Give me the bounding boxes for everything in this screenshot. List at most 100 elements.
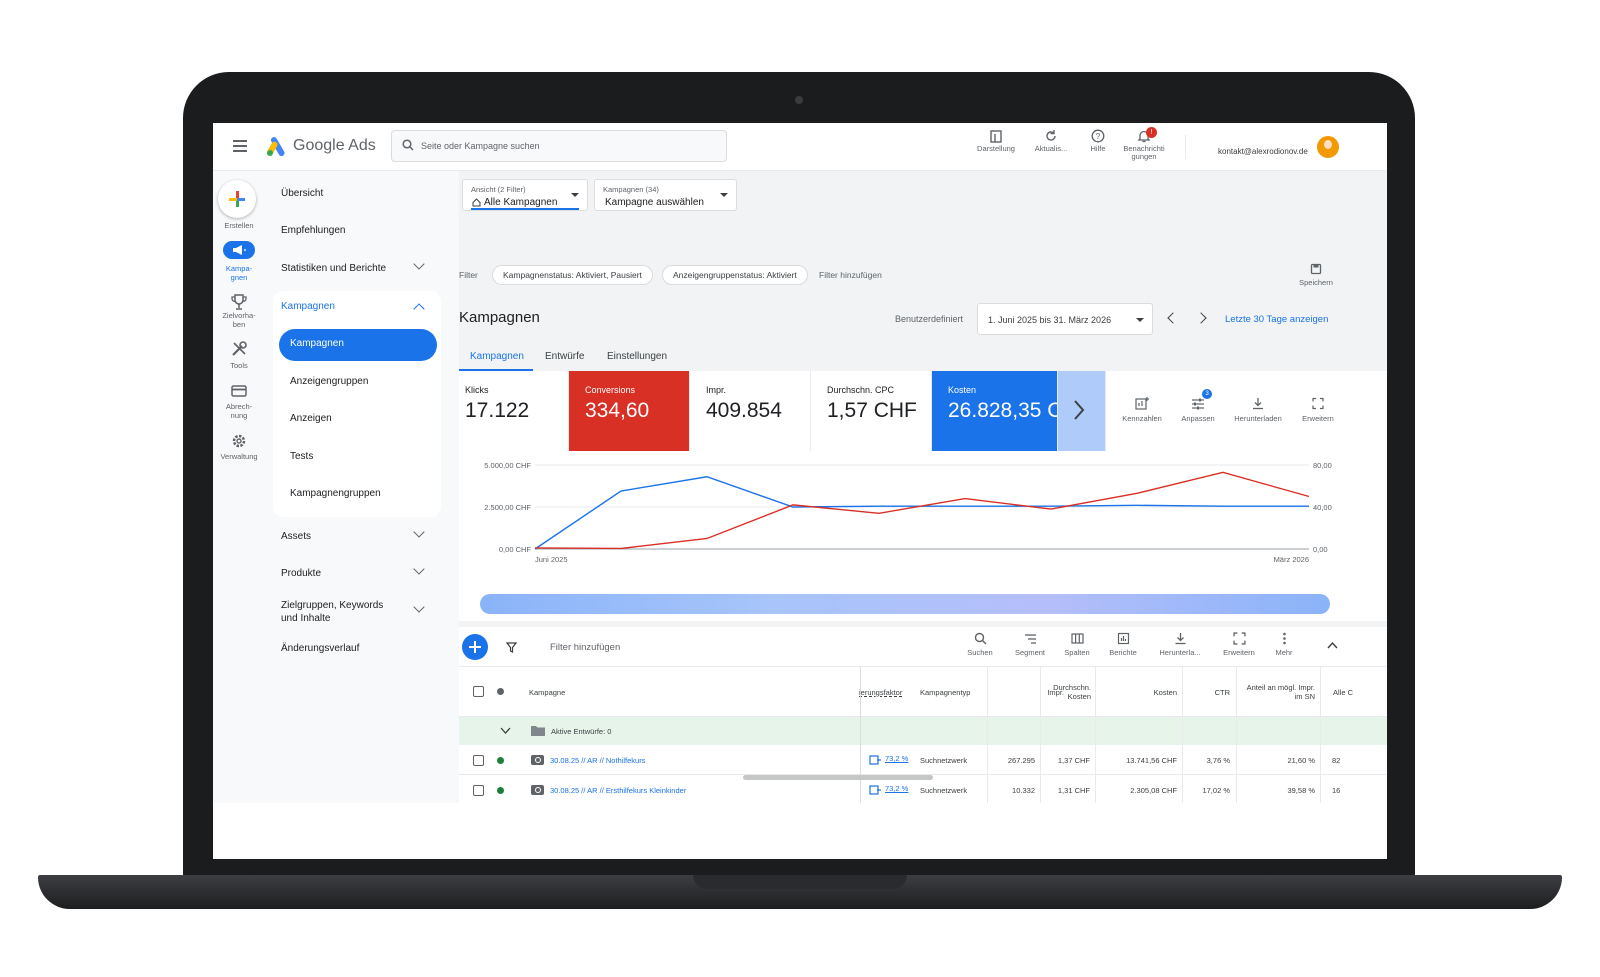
view-button[interactable]: Darstellung bbox=[968, 129, 1024, 153]
campaign-name-link[interactable]: 30.08.25 // AR // Ersthilfekurs Kleinkin… bbox=[550, 786, 686, 795]
scorecard-value: 17.122 bbox=[465, 399, 530, 422]
notifications-button[interactable]: ! Benachrichti gungen bbox=[1116, 127, 1172, 161]
scorecard-cost[interactable]: Kosten 26.828,35 CHF bbox=[932, 371, 1058, 451]
credit-card-icon[interactable] bbox=[229, 381, 249, 401]
previous-period-icon[interactable] bbox=[1167, 312, 1179, 324]
series-line-0 bbox=[534, 476, 1309, 550]
nav-assets[interactable]: Assets bbox=[281, 531, 311, 542]
bid-adjust-icon[interactable] bbox=[869, 785, 881, 795]
next-period-icon[interactable] bbox=[1195, 312, 1207, 324]
view-button-label: Darstellung bbox=[977, 144, 1015, 153]
chart-range-bar[interactable] bbox=[480, 594, 1330, 614]
nav-sub-campaigns[interactable]: Kampagnen bbox=[290, 338, 344, 349]
filter-chip-campaign-status[interactable]: Kampagnenstatus: Aktiviert, Pausiert bbox=[492, 265, 653, 285]
scorecard-conversions[interactable]: Conversions 334,60 bbox=[569, 371, 690, 451]
table-search-button[interactable]: Suchen bbox=[956, 632, 1004, 657]
nav-sub-campaign-groups[interactable]: Kampagnengruppen bbox=[290, 488, 381, 499]
table-reports-button[interactable]: Berichte bbox=[1099, 632, 1147, 657]
chevron-down-icon[interactable] bbox=[413, 601, 425, 613]
scorecard-clicks[interactable]: Klicks 17.122 bbox=[459, 371, 569, 451]
table-row[interactable]: 30.08.25 // AR // Nothilfekurs 73,2 % Such… bbox=[459, 745, 1387, 775]
nav-campaigns-group[interactable]: Kampagnen bbox=[281, 301, 335, 312]
tab-drafts[interactable]: Entwürfe bbox=[545, 351, 584, 362]
nav-audiences[interactable]: Zielgruppen, Keywords und Inhalte bbox=[281, 599, 401, 625]
rail-campaigns-active[interactable] bbox=[223, 241, 255, 259]
search-input[interactable]: Seite oder Kampagne suchen bbox=[391, 130, 727, 162]
chevron-down-icon[interactable] bbox=[500, 727, 511, 734]
column-header[interactable]: Anteil an mögl. Impr. im SN bbox=[1243, 683, 1315, 701]
campaign-name-link[interactable]: 30.08.25 // AR // Nothilfekurs bbox=[550, 756, 645, 765]
nav-products[interactable]: Produkte bbox=[281, 568, 321, 579]
download-button[interactable]: Herunterladen bbox=[1231, 397, 1285, 423]
table-more-button[interactable]: Mehr bbox=[1260, 632, 1308, 657]
hamburger-menu-icon[interactable] bbox=[233, 140, 247, 152]
table-segment-button[interactable]: Segment bbox=[1006, 632, 1054, 657]
create-button[interactable] bbox=[218, 180, 256, 218]
account-email[interactable]: kontakt@alexrodionov.de bbox=[1218, 147, 1308, 156]
avatar[interactable] bbox=[1317, 136, 1339, 158]
rail-goals-label[interactable]: Zielvorha-ben bbox=[213, 311, 265, 329]
scorecard-avg-cpc[interactable]: Durchschn. CPC 1,57 CHF bbox=[811, 371, 932, 451]
nav-history[interactable]: Änderungsverlauf bbox=[281, 643, 359, 654]
nav-stats[interactable]: Statistiken und Berichte bbox=[281, 263, 386, 274]
page-title: Kampagnen bbox=[459, 309, 540, 326]
nav-recommendations[interactable]: Empfehlungen bbox=[281, 225, 346, 236]
metrics-button[interactable]: Kennzahlen bbox=[1115, 397, 1169, 423]
adjust-badge: 3 bbox=[1202, 389, 1212, 399]
chart-range-slider[interactable] bbox=[459, 581, 1387, 621]
add-campaign-button[interactable] bbox=[462, 634, 488, 660]
scorecard-next[interactable] bbox=[1058, 371, 1106, 451]
column-header[interactable]: Kosten bbox=[1102, 688, 1177, 697]
column-header[interactable]: Alle C bbox=[1333, 688, 1353, 697]
table-columns-button[interactable]: Spalten bbox=[1053, 632, 1101, 657]
tools-icon[interactable] bbox=[229, 339, 249, 359]
chevron-up-icon[interactable] bbox=[413, 303, 425, 315]
campaign-dropdown[interactable]: Kampagnen (34) Kampagne auswählen bbox=[594, 179, 737, 211]
google-ads-logo-icon bbox=[266, 137, 288, 162]
table-download-button[interactable]: Herunterla... bbox=[1156, 632, 1204, 657]
row-checkbox[interactable] bbox=[473, 785, 484, 796]
date-range-picker[interactable]: 1. Juni 2025 bis 31. März 2026 bbox=[977, 303, 1153, 335]
last-30-days-link[interactable]: Letzte 30 Tage anzeigen bbox=[1225, 314, 1328, 325]
chevron-down-icon[interactable] bbox=[413, 563, 425, 575]
nav-overview[interactable]: Übersicht bbox=[281, 188, 323, 199]
add-filter-link[interactable]: Filter hinzufügen bbox=[819, 270, 882, 280]
collapse-icon[interactable] bbox=[1327, 641, 1338, 649]
table-horizontal-scrollbar[interactable] bbox=[743, 775, 933, 780]
scorecard-impressions[interactable]: Impr. 409.854 bbox=[690, 371, 811, 451]
rail-admin-label[interactable]: Verwaltung bbox=[213, 452, 265, 461]
notifications-button-label: Benachrichti gungen bbox=[1123, 144, 1165, 161]
column-header[interactable]: Durchschn. Kosten bbox=[1041, 683, 1091, 701]
filter-icon[interactable] bbox=[506, 642, 517, 653]
table-expand-button[interactable]: Erweitern bbox=[1215, 632, 1263, 657]
rail-campaigns-label[interactable]: Kampa-gnen bbox=[213, 264, 265, 282]
column-header[interactable]: Kampagne bbox=[529, 688, 565, 697]
nav-sub-ad-groups[interactable]: Anzeigengruppen bbox=[290, 376, 368, 387]
select-all-checkbox[interactable] bbox=[473, 686, 484, 697]
tab-settings[interactable]: Einstellungen bbox=[607, 351, 667, 362]
date-range-value: 1. Juni 2025 bis 31. März 2026 bbox=[988, 315, 1112, 325]
chevron-down-icon[interactable] bbox=[413, 526, 425, 538]
table-filter-input[interactable]: Filter hinzufügen bbox=[550, 642, 620, 653]
trophy-icon[interactable] bbox=[229, 292, 249, 312]
bid-adjust-icon[interactable] bbox=[869, 755, 881, 765]
filter-chip-adgroup-status[interactable]: Anzeigengruppenstatus: Aktiviert bbox=[662, 265, 808, 285]
adjust-button[interactable]: 3 Anpassen bbox=[1171, 389, 1225, 423]
save-button[interactable]: Speichern bbox=[1291, 263, 1341, 287]
tab-campaigns[interactable]: Kampagnen bbox=[470, 351, 524, 362]
nav-sub-tests[interactable]: Tests bbox=[290, 451, 313, 462]
column-header[interactable]: ierungsfaktor bbox=[859, 688, 902, 697]
nav-sub-ads[interactable]: Anzeigen bbox=[290, 413, 332, 424]
gear-icon[interactable] bbox=[229, 431, 249, 451]
expand-button[interactable]: Erweitern bbox=[1291, 397, 1345, 423]
rail-billing-label[interactable]: Abrech-nung bbox=[213, 402, 265, 420]
row-checkbox[interactable] bbox=[473, 755, 484, 766]
column-header[interactable]: Kampagnentyp bbox=[920, 688, 970, 697]
view-dropdown[interactable]: Ansicht (2 Filter) Alle Kampagnen bbox=[462, 179, 588, 211]
bid-factor-value[interactable]: 73,2 % bbox=[885, 784, 908, 793]
chevron-down-icon[interactable] bbox=[413, 258, 425, 270]
status-column-icon bbox=[497, 688, 504, 695]
column-header[interactable]: CTR bbox=[1192, 688, 1230, 697]
bid-factor-value[interactable]: 73,2 % bbox=[885, 754, 908, 763]
rail-tools-label[interactable]: Tools bbox=[213, 361, 265, 370]
